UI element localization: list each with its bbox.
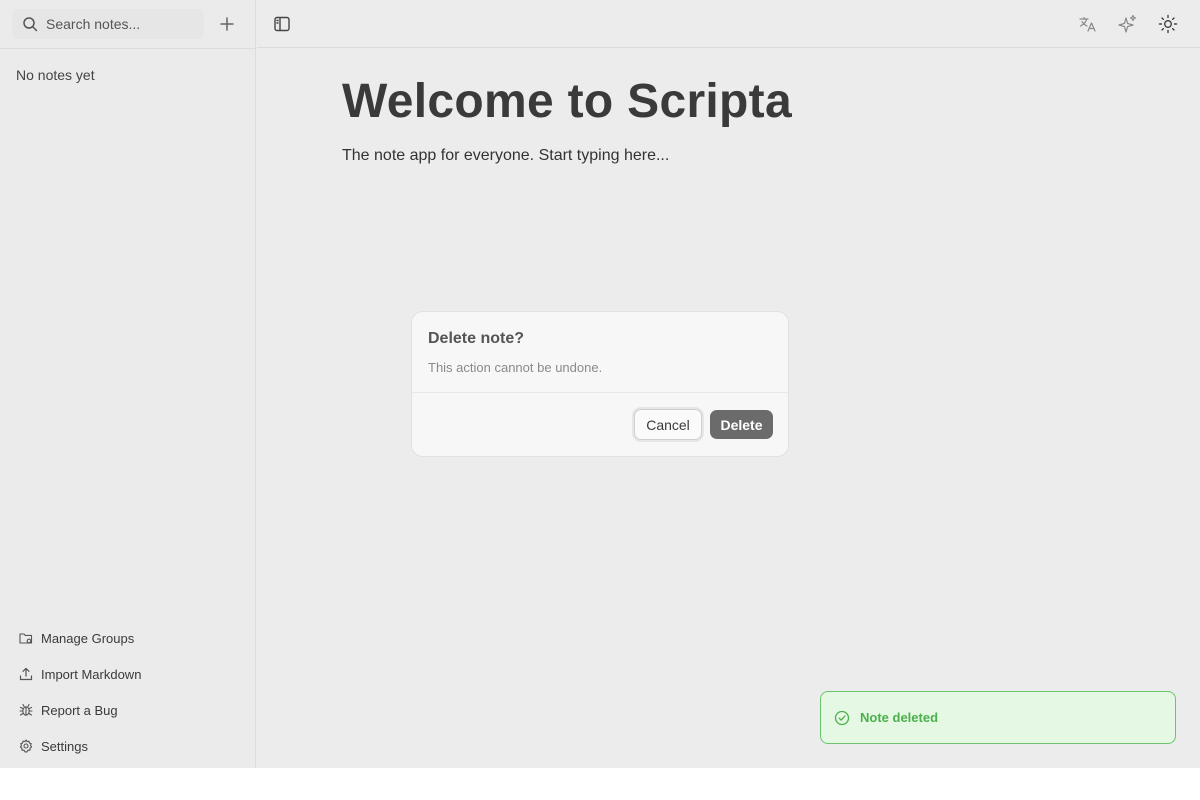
dialog-title: Delete note? bbox=[428, 330, 525, 347]
note-body[interactable]: The note app for everyone. Start typing … bbox=[342, 147, 669, 165]
settings-label: Settings bbox=[41, 738, 88, 754]
sidebar: No notes yet Manage Groups Import Markdo… bbox=[0, 0, 256, 768]
empty-notes-text: No notes yet bbox=[16, 67, 95, 83]
gear-icon bbox=[19, 739, 33, 753]
top-bar bbox=[257, 0, 1200, 48]
delete-note-dialog: Delete note? This action cannot be undon… bbox=[411, 311, 789, 457]
dialog-description: This action cannot be undone. bbox=[428, 360, 603, 375]
sun-icon[interactable] bbox=[1158, 14, 1178, 34]
settings-button[interactable]: Settings bbox=[0, 728, 256, 764]
bug-icon bbox=[19, 703, 33, 716]
translate-icon[interactable] bbox=[1078, 14, 1098, 34]
folder-settings-icon bbox=[19, 633, 33, 644]
plus-icon bbox=[220, 17, 234, 31]
check-circle-icon bbox=[834, 710, 850, 725]
search-input[interactable] bbox=[46, 16, 196, 32]
delete-button[interactable]: Delete bbox=[710, 410, 773, 439]
manage-groups-label: Manage Groups bbox=[41, 630, 135, 646]
search-box[interactable] bbox=[12, 9, 204, 39]
upload-icon bbox=[19, 667, 33, 681]
cancel-button[interactable]: Cancel bbox=[634, 409, 702, 440]
sidebar-toggle-icon[interactable] bbox=[273, 15, 291, 33]
manage-groups-button[interactable]: Manage Groups bbox=[0, 620, 256, 656]
report-bug-label: Report a Bug bbox=[41, 702, 118, 718]
report-bug-button[interactable]: Report a Bug bbox=[0, 692, 256, 728]
import-markdown-label: Import Markdown bbox=[41, 666, 142, 682]
new-note-button[interactable] bbox=[216, 13, 238, 35]
sidebar-footer: Manage Groups Import Markdown Report a B… bbox=[0, 620, 256, 764]
import-markdown-button[interactable]: Import Markdown bbox=[0, 656, 256, 692]
toast-notification: Note deleted bbox=[820, 691, 1176, 744]
search-icon bbox=[23, 17, 38, 32]
app-window: No notes yet Manage Groups Import Markdo… bbox=[0, 0, 1200, 768]
dialog-divider bbox=[412, 392, 788, 393]
sparkles-icon[interactable] bbox=[1118, 14, 1138, 34]
toast-message: Note deleted bbox=[860, 710, 939, 725]
sidebar-divider bbox=[0, 48, 256, 49]
note-title[interactable]: Welcome to Scripta bbox=[342, 74, 792, 129]
